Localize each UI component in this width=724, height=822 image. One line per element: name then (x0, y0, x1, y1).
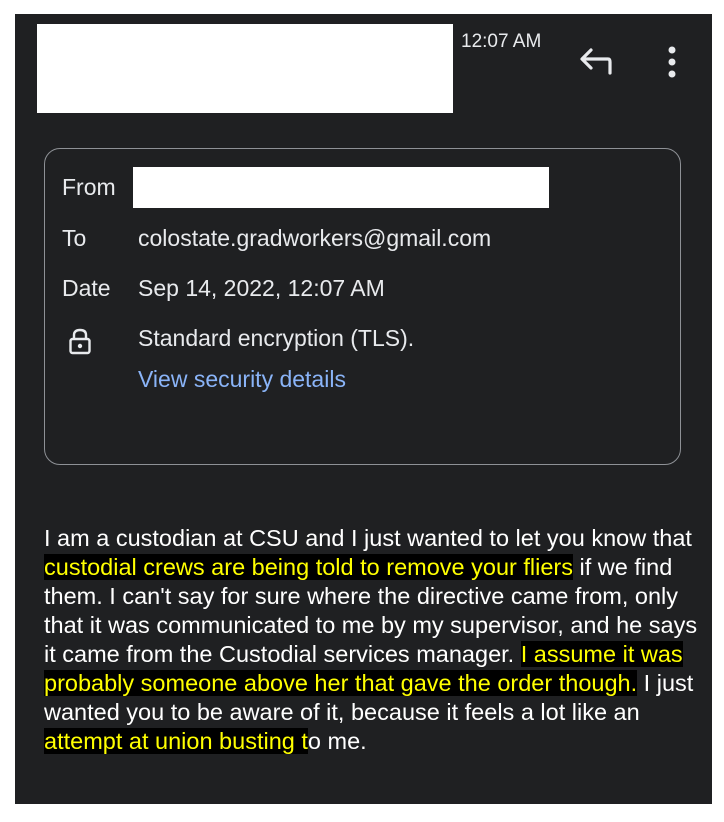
email-screen: 12:07 AM From To colostate.gradworkers@g… (15, 14, 712, 804)
highlight-1: custodial crews are being told to remove… (44, 554, 573, 580)
more-vert-icon[interactable] (660, 44, 684, 80)
email-time: 12:07 AM (461, 31, 542, 52)
from-label: From (62, 174, 116, 200)
sender-redaction (37, 24, 453, 113)
from-redaction (133, 167, 549, 208)
to-value: colostate.gradworkers@gmail.com (138, 225, 492, 251)
encryption-value: Standard encryption (TLS). (138, 325, 415, 351)
view-security-details-link[interactable]: View security details (138, 366, 346, 393)
message-details-card: From To colostate.gradworkers@gmail.com … (44, 148, 681, 465)
date-label: Date (62, 275, 111, 301)
reply-icon[interactable] (577, 44, 613, 78)
email-body: I am a custodian at CSU and I just wante… (44, 524, 704, 756)
highlight-3: attempt at union busting t (44, 728, 308, 754)
lock-icon (69, 328, 91, 355)
date-value: Sep 14, 2022, 12:07 AM (138, 275, 385, 301)
body-text-4: o me. (307, 728, 367, 754)
to-label: To (62, 225, 87, 251)
body-text-1: I am a custodian at CSU and I just wante… (44, 525, 692, 551)
